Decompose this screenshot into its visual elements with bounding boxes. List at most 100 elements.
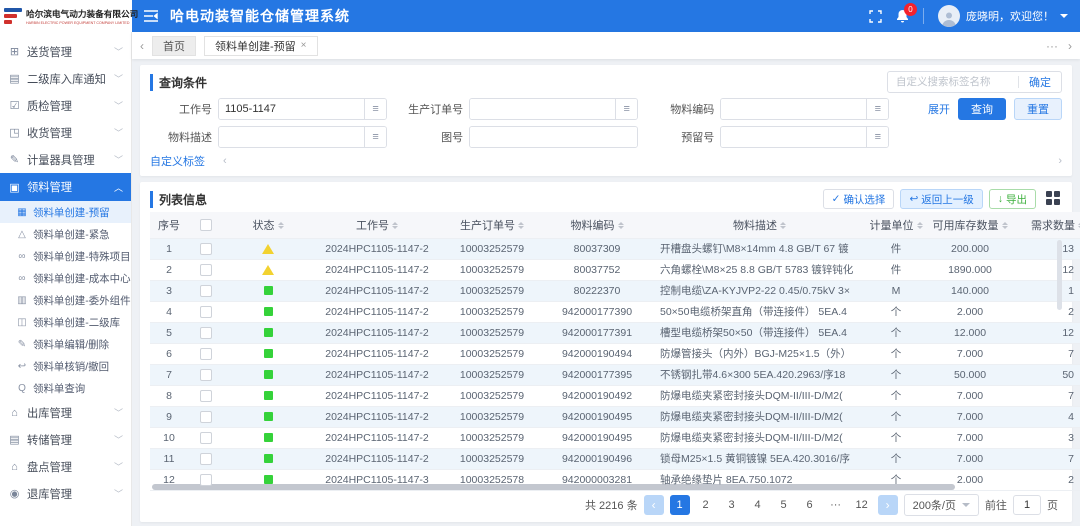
table-row[interactable]: 1 2024HPC1105-1147-2 10003252579 8003730… xyxy=(150,238,1080,259)
row-checkbox[interactable] xyxy=(200,369,212,381)
work-no-input[interactable] xyxy=(219,99,364,119)
sidebar-item-measuring-tools[interactable]: ✎ 计量器具管理 ﹀ xyxy=(0,146,131,173)
custom-tags-link[interactable]: 自定义标签 xyxy=(150,153,205,169)
table-row[interactable]: 9 2024HPC1105-1147-2 10003252579 9420001… xyxy=(150,406,1080,427)
page-12[interactable]: 12 xyxy=(852,495,872,515)
user-menu[interactable]: 庞晓明，欢迎您！ xyxy=(938,5,1068,27)
confirm-select-button[interactable]: ✓ 确认选择 xyxy=(823,189,895,209)
sidebar-subitem-create-urgent[interactable]: △ 领料单创建-紧急 xyxy=(0,223,131,245)
col-code[interactable]: 物料编码 xyxy=(542,212,652,238)
tabs-scroll-right-icon[interactable]: › xyxy=(1068,39,1072,53)
table-row[interactable]: 6 2024HPC1105-1147-2 10003252579 9420001… xyxy=(150,343,1080,364)
goto-page-input[interactable] xyxy=(1013,495,1041,515)
page-ellipsis[interactable]: ··· xyxy=(826,495,846,515)
tab-close-icon[interactable]: × xyxy=(301,40,307,51)
tab-create-reserve[interactable]: 领料单创建-预留 × xyxy=(204,36,318,56)
col-work-no[interactable]: 工作号 xyxy=(312,212,442,238)
tab-home[interactable]: 首页 xyxy=(152,36,196,56)
table-row[interactable]: 3 2024HPC1105-1147-2 10003252579 8022237… xyxy=(150,280,1080,301)
filter-icon[interactable]: ≡ xyxy=(866,127,888,147)
row-checkbox[interactable] xyxy=(200,390,212,402)
sidebar-subitem-create-outsourced[interactable]: ▥ 领料单创建-委外组件 xyxy=(0,289,131,311)
table-row[interactable]: 7 2024HPC1105-1147-2 10003252579 9420001… xyxy=(150,364,1080,385)
drawing-no-input[interactable] xyxy=(470,127,637,147)
col-status[interactable]: 状态 xyxy=(224,212,312,238)
row-checkbox[interactable] xyxy=(200,306,212,318)
sidebar-item-return[interactable]: ◉ 退库管理 ﹀ xyxy=(0,480,131,507)
table-row[interactable]: 10 2024HPC1105-1147-2 10003252579 942000… xyxy=(150,427,1080,448)
page-2[interactable]: 2 xyxy=(696,495,716,515)
sidebar-subitem-create-secondary-store[interactable]: ◫ 领料单创建-二级库 xyxy=(0,311,131,333)
back-to-parent-button[interactable]: ↩ 返回上一级 xyxy=(900,189,982,209)
sidebar-item-stocktake[interactable]: ⌂ 盘点管理 ﹀ xyxy=(0,453,131,480)
page-size-select[interactable]: 200条/页 xyxy=(904,494,979,516)
table-row[interactable]: 5 2024HPC1105-1147-2 10003252579 9420001… xyxy=(150,322,1080,343)
page-1[interactable]: 1 xyxy=(670,495,690,515)
vertical-scrollbar[interactable] xyxy=(1057,240,1062,310)
confirm-tag-button[interactable]: 确定 xyxy=(1019,74,1061,90)
delivery-icon: ⊞ xyxy=(8,45,21,58)
tags-scroll-left-icon[interactable]: ‹ xyxy=(223,155,227,167)
filter-icon[interactable]: ≡ xyxy=(364,127,386,147)
filter-icon[interactable]: ≡ xyxy=(615,99,637,119)
page-6[interactable]: 6 xyxy=(800,495,820,515)
reset-button[interactable]: 重置 xyxy=(1014,98,1062,120)
sidebar-subitem-create-special[interactable]: ∞ 领料单创建-特殊项目 xyxy=(0,245,131,267)
select-all-checkbox[interactable] xyxy=(200,219,212,231)
col-demand[interactable]: 需求数量 xyxy=(1015,212,1080,238)
sidebar-item-receiving[interactable]: ◳ 收货管理 ﹀ xyxy=(0,119,131,146)
sidebar-item-material-requisition[interactable]: ▣ 领料管理 ︿ xyxy=(0,173,131,201)
sidebar-item-inbound-notice[interactable]: ▤ 二级库入库通知单 ﹀ xyxy=(0,65,131,92)
row-checkbox[interactable] xyxy=(200,285,212,297)
row-work-no: 2024HPC1105-1147-2 xyxy=(312,259,442,280)
row-checkbox[interactable] xyxy=(200,264,212,276)
col-desc[interactable]: 物料描述 xyxy=(652,212,867,238)
row-checkbox[interactable] xyxy=(200,348,212,360)
table-row[interactable]: 2 2024HPC1105-1147-2 10003252579 8003775… xyxy=(150,259,1080,280)
material-code-input[interactable] xyxy=(721,99,866,119)
row-checkbox[interactable] xyxy=(200,432,212,444)
tabs-more-icon[interactable]: ··· xyxy=(1046,39,1058,53)
sidebar-item-delivery[interactable]: ⊞ 送货管理 ﹀ xyxy=(0,38,131,65)
tabs-scroll-left-icon[interactable]: ‹ xyxy=(140,39,144,53)
row-checkbox[interactable] xyxy=(200,243,212,255)
sidebar-collapse-icon[interactable] xyxy=(144,10,158,22)
material-desc-input[interactable] xyxy=(219,127,364,147)
production-order-input[interactable] xyxy=(470,99,615,119)
table-row[interactable]: 12 2024HPC1105-1147-3 10003252578 942000… xyxy=(150,469,1080,490)
filter-icon[interactable]: ≡ xyxy=(866,99,888,119)
sidebar-subitem-writeoff-recall[interactable]: ↩ 领料单核销/撤回 xyxy=(0,355,131,377)
col-unit[interactable]: 计量单位 xyxy=(867,212,925,238)
col-order-no[interactable]: 生产订单号 xyxy=(442,212,542,238)
sidebar-item-transfer[interactable]: ▤ 转储管理 ﹀ xyxy=(0,426,131,453)
row-checkbox[interactable] xyxy=(200,411,212,423)
col-stock[interactable]: 可用库存数量 xyxy=(925,212,1015,238)
custom-tag-name-input[interactable] xyxy=(888,76,1018,88)
table-row[interactable]: 11 2024HPC1105-1147-2 10003252579 942000… xyxy=(150,448,1080,469)
page-3[interactable]: 3 xyxy=(722,495,742,515)
expand-link[interactable]: 展开 xyxy=(928,101,950,117)
search-button[interactable]: 查询 xyxy=(958,98,1006,120)
sidebar-subitem-query[interactable]: Q 领料单查询 xyxy=(0,377,131,399)
sidebar-subitem-create-cost-center[interactable]: ∞ 领料单创建-成本中心 xyxy=(0,267,131,289)
prev-page-button[interactable]: ‹ xyxy=(644,495,664,515)
table-row[interactable]: 4 2024HPC1105-1147-2 10003252579 9420001… xyxy=(150,301,1080,322)
export-button[interactable]: ↓ 导出 xyxy=(989,189,1036,209)
column-settings-icon[interactable] xyxy=(1046,191,1062,207)
page-5[interactable]: 5 xyxy=(774,495,794,515)
sidebar-subitem-create-reserve[interactable]: ▦ 领料单创建-预留 xyxy=(0,201,131,223)
sidebar-item-quality[interactable]: ☑ 质检管理 ﹀ xyxy=(0,92,131,119)
row-checkbox[interactable] xyxy=(200,327,212,339)
row-checkbox[interactable] xyxy=(200,453,212,465)
next-page-button[interactable]: › xyxy=(878,495,898,515)
filter-icon[interactable]: ≡ xyxy=(364,99,386,119)
reserve-no-input[interactable] xyxy=(721,127,866,147)
page-4[interactable]: 4 xyxy=(748,495,768,515)
row-checkbox[interactable] xyxy=(200,474,212,486)
sidebar-subitem-edit-delete[interactable]: ✎ 领料单编辑/删除 xyxy=(0,333,131,355)
sidebar-item-outbound[interactable]: ⌂ 出库管理 ﹀ xyxy=(0,399,131,426)
notification-bell-icon[interactable]: 0 xyxy=(896,9,909,23)
tags-scroll-right-icon[interactable]: › xyxy=(1058,155,1062,167)
fullscreen-icon[interactable] xyxy=(869,10,882,23)
table-row[interactable]: 8 2024HPC1105-1147-2 10003252579 9420001… xyxy=(150,385,1080,406)
